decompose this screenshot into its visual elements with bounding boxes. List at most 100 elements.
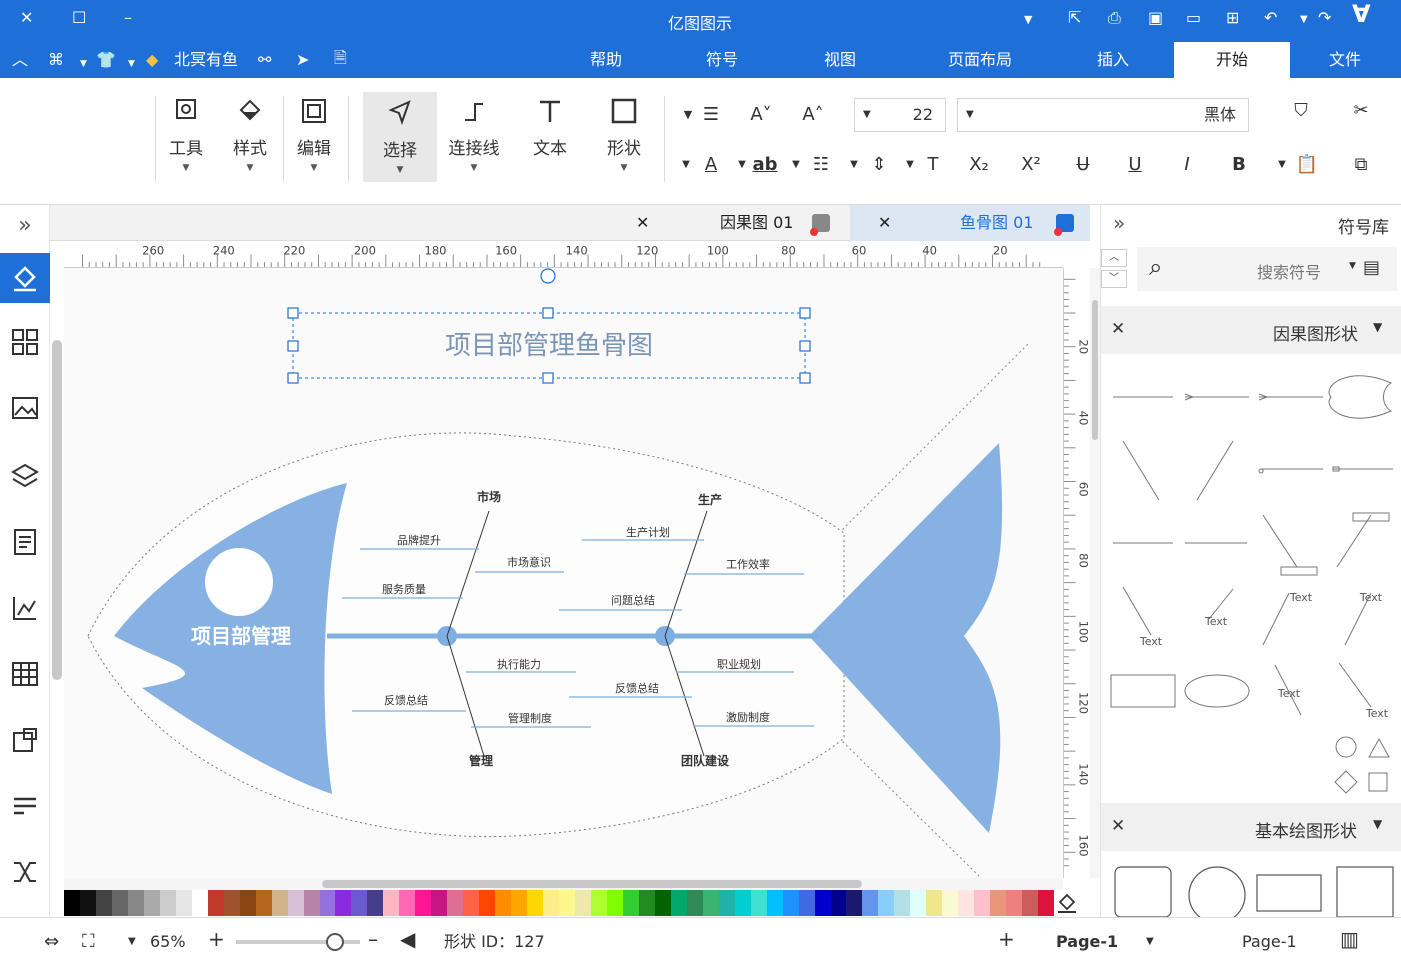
chevron-down-icon[interactable]: ▼ [1349, 261, 1356, 271]
color-swatch[interactable] [622, 890, 639, 916]
color-swatch[interactable] [559, 890, 575, 916]
align-icon[interactable]: ☰ [694, 98, 728, 132]
zoom-level[interactable]: 65% [150, 932, 186, 952]
format-painter-icon[interactable]: ⛉ [1284, 94, 1318, 128]
color-swatch[interactable] [463, 890, 480, 916]
zoom-slider-handle[interactable] [326, 933, 344, 951]
chevron-down-icon[interactable]: ▼ [1146, 932, 1154, 952]
color-swatch[interactable] [734, 890, 751, 916]
color-swatch[interactable] [191, 890, 208, 916]
chevron-down-icon[interactable]: ▼ [790, 148, 802, 182]
add-page-icon[interactable]: + [998, 929, 1015, 949]
select-button[interactable]: 选择 ▼ [363, 92, 437, 182]
branch-label[interactable]: 执行能力 [497, 657, 541, 671]
chevron-down-icon[interactable]: ▼ [680, 148, 692, 182]
redo-icon[interactable]: ↷ [1318, 8, 1331, 28]
close-icon[interactable]: ✕ [1111, 816, 1125, 836]
new-file-icon[interactable]: ⊞ [1226, 8, 1239, 28]
style-button[interactable]: 样式 ▼ [226, 94, 274, 173]
color-swatch[interactable] [1038, 890, 1055, 916]
zoom-in-icon[interactable]: + [208, 929, 225, 949]
chart-icon[interactable] [10, 593, 40, 623]
doc-tab-cause-effect[interactable]: ✕ 因果图 01 [610, 205, 848, 241]
decrease-font-icon[interactable]: A˅ [744, 98, 778, 132]
color-swatch[interactable] [127, 890, 144, 916]
color-swatch[interactable] [974, 890, 991, 916]
chevron-up-icon[interactable]: ︿ [1101, 249, 1127, 267]
color-palette[interactable] [64, 890, 1055, 916]
format-icon[interactable] [10, 791, 40, 821]
close-icon[interactable]: ✕ [1111, 319, 1125, 339]
color-swatch[interactable] [782, 890, 799, 916]
color-swatch[interactable] [910, 890, 927, 916]
underline-icon[interactable]: U [1118, 148, 1152, 182]
text-button[interactable]: 文本 [524, 94, 576, 159]
tab-insert[interactable]: 插入 [1058, 42, 1168, 78]
library-icon[interactable]: ▤ [1363, 257, 1380, 278]
scroll-arrows[interactable]: ︿ ﹀ [1101, 243, 1129, 291]
redo-menu-icon[interactable]: ▼ [1300, 10, 1308, 30]
horizontal-scrollbar[interactable] [64, 878, 1063, 890]
chevron-down-icon[interactable]: ▼ [736, 148, 748, 182]
highlight-icon[interactable]: ab [748, 148, 782, 182]
color-swatch[interactable] [638, 890, 655, 916]
tab-help[interactable]: 帮助 [556, 42, 656, 78]
color-swatch[interactable] [718, 890, 735, 916]
head-label[interactable]: 项目部管理 [191, 624, 291, 648]
branch-label[interactable]: 服务质量 [382, 583, 426, 596]
save-icon[interactable]: ▣ [1148, 8, 1163, 28]
color-swatch[interactable] [95, 890, 112, 916]
close-icon[interactable]: ✕ [878, 205, 891, 241]
color-swatch[interactable] [479, 890, 496, 916]
fit-page-icon[interactable]: ⛶ [82, 932, 95, 952]
branch-label[interactable]: 生产计划 [626, 525, 670, 539]
color-swatch[interactable] [942, 890, 959, 916]
color-swatch[interactable] [702, 890, 719, 916]
color-swatch[interactable] [814, 890, 831, 916]
branch-label[interactable]: 反馈总结 [615, 681, 659, 695]
strikethrough-icon[interactable]: U [1066, 148, 1100, 182]
left-scrollbar[interactable] [52, 340, 62, 680]
table-icon[interactable] [10, 659, 40, 689]
zoom-slider[interactable] [236, 933, 360, 951]
diagram-title[interactable]: 项目部管理鱼骨图 [445, 331, 653, 361]
chevron-down-icon[interactable]: ▼ [1276, 148, 1288, 182]
branch-label[interactable]: 激励制度 [726, 710, 770, 724]
branch-label[interactable]: 问题总结 [611, 593, 655, 607]
color-swatch[interactable] [383, 890, 400, 916]
symbol-search[interactable]: ⌕ 搜索符号 ▼ ▤ [1137, 247, 1397, 291]
increase-font-icon[interactable]: A˄ [796, 98, 830, 132]
color-swatch[interactable] [511, 890, 528, 916]
layers-icon[interactable] [10, 461, 40, 491]
font-family-select[interactable]: ▼ 黑体 [957, 98, 1249, 132]
color-swatch[interactable] [175, 890, 192, 916]
color-swatch[interactable] [287, 890, 304, 916]
fill-color-icon[interactable] [1056, 892, 1078, 914]
search-icon[interactable]: ⌕ [1149, 253, 1162, 281]
color-swatch[interactable] [575, 890, 591, 916]
shape-button[interactable]: 形状 ▼ [598, 94, 650, 173]
color-swatch[interactable] [1022, 890, 1039, 916]
color-swatch[interactable] [111, 890, 128, 916]
minimize-icon[interactable]: – [124, 8, 132, 28]
font-color-icon[interactable]: A [694, 148, 728, 182]
fill-tool-button[interactable] [0, 253, 50, 303]
paste-icon[interactable]: 📋 [1290, 148, 1324, 182]
print-icon[interactable]: ⎙ [1108, 8, 1121, 28]
category-label[interactable]: 生产 [698, 492, 722, 507]
color-swatch[interactable] [543, 890, 560, 916]
page-icon[interactable] [10, 527, 40, 557]
color-swatch[interactable] [255, 890, 272, 916]
italic-icon[interactable]: I [1170, 148, 1204, 182]
zoom-out-icon[interactable]: – [368, 929, 378, 949]
color-swatch[interactable] [351, 890, 368, 916]
color-swatch[interactable] [686, 890, 703, 916]
color-swatch[interactable] [990, 890, 1007, 916]
chevron-down-icon[interactable]: ﹀ [1101, 270, 1127, 288]
bold-icon[interactable]: B [1222, 148, 1256, 182]
color-swatch[interactable] [926, 890, 943, 916]
category-label[interactable]: 管理 [469, 753, 493, 768]
undo-icon[interactable]: ↶ [1264, 8, 1277, 28]
color-swatch[interactable] [143, 890, 160, 916]
search-input[interactable]: 搜索符号 [1257, 259, 1321, 283]
